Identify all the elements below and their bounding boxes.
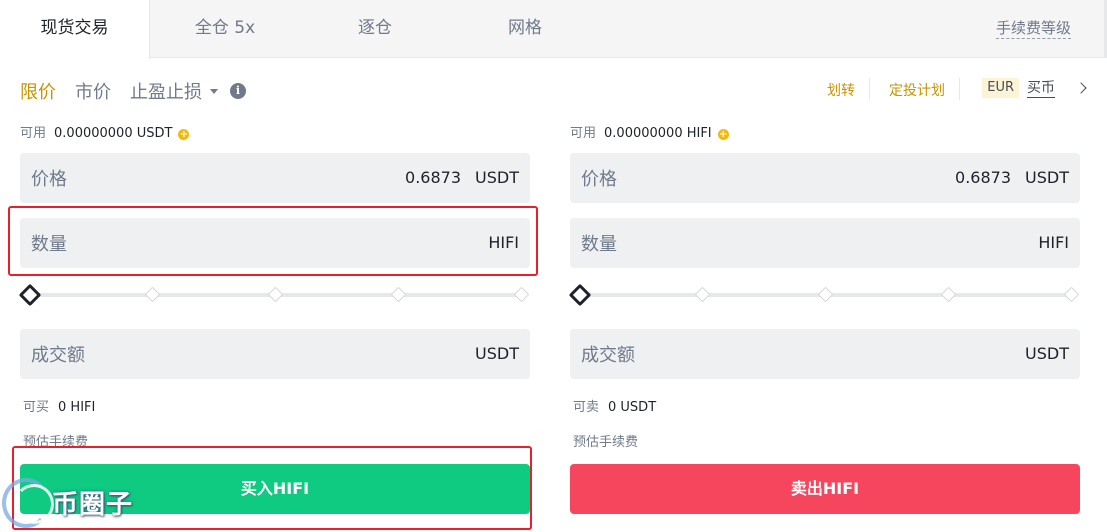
add-funds-icon[interactable]: + xyxy=(178,129,190,140)
watermark-text: 币圈子 xyxy=(52,490,134,520)
available-label: 可用 xyxy=(20,126,47,141)
price-label: 价格 xyxy=(581,169,617,190)
slider-tick-25[interactable] xyxy=(144,286,161,303)
watermark-logo: 币圈子 xyxy=(0,470,160,532)
transfer-link[interactable]: 划转 xyxy=(827,80,855,100)
sell-price-input[interactable]: 价格 0.6873 USDT xyxy=(570,153,1080,203)
divider xyxy=(959,78,960,100)
buy-price-input[interactable]: 价格 0.6873 USDT xyxy=(20,153,530,203)
slider-tick-50[interactable] xyxy=(817,286,834,303)
buy-amount-slider[interactable] xyxy=(18,283,530,307)
buy-quantity-input[interactable]: 数量 HIFI xyxy=(20,218,530,268)
sell-quantity-input[interactable]: 数量 HIFI xyxy=(570,218,1080,268)
fee-level-link[interactable]: 手续费等级 xyxy=(995,18,1071,39)
price-unit: USDT xyxy=(475,168,519,187)
slider-tick-75[interactable] xyxy=(390,286,407,303)
sell-button[interactable]: 卖出HIFI xyxy=(570,464,1080,514)
tab-cross-margin[interactable]: 全仓 5x xyxy=(180,0,270,58)
add-funds-icon[interactable]: + xyxy=(717,129,729,140)
tab-grid[interactable]: 网格 xyxy=(485,0,565,58)
order-type-limit[interactable]: 限价 xyxy=(20,78,56,104)
divider xyxy=(869,78,870,100)
max-buy-label: 可买 xyxy=(23,400,50,415)
total-label: 成交额 xyxy=(31,345,85,366)
quantity-label: 数量 xyxy=(581,234,617,255)
buy-total-input[interactable]: 成交额 USDT xyxy=(20,329,530,379)
top-links: 划转 定投计划 EUR 买币 xyxy=(787,78,1087,102)
available-value: 0.00000000 USDT xyxy=(54,126,173,141)
max-buy-value: 0 HIFI xyxy=(58,400,96,415)
max-buy-info: 可买 0 HIFI xyxy=(23,396,95,415)
chevron-down-icon[interactable] xyxy=(210,89,218,94)
quantity-label: 数量 xyxy=(31,234,67,255)
sell-panel: 可用 0.00000000 HIFI + 价格 0.6873 USDT 数量 HIF… xyxy=(568,120,1080,532)
info-icon[interactable]: i xyxy=(230,83,246,99)
buy-crypto-link[interactable]: 买币 xyxy=(1027,79,1055,98)
quantity-unit: HIFI xyxy=(1038,233,1069,252)
slider-tick-100[interactable] xyxy=(513,286,530,303)
available-value: 0.00000000 HIFI xyxy=(604,126,712,141)
total-unit: USDT xyxy=(1025,344,1069,363)
estimated-fee-label: 预估手续费 xyxy=(573,435,639,450)
tab-spot[interactable]: 现货交易 xyxy=(0,0,150,59)
slider-tick-100[interactable] xyxy=(1063,286,1080,303)
quantity-unit: HIFI xyxy=(488,233,519,252)
watermark-ring-inner xyxy=(14,484,54,524)
sell-amount-slider[interactable] xyxy=(568,283,1080,307)
slider-handle[interactable] xyxy=(568,283,592,307)
estimated-fee-label: 预估手续费 xyxy=(23,435,89,450)
price-value: 0.6873 xyxy=(955,168,1011,187)
chevron-right-icon[interactable] xyxy=(1075,82,1087,94)
slider-tick-25[interactable] xyxy=(694,286,711,303)
dca-plan-link[interactable]: 定投计划 xyxy=(889,80,945,100)
available-label: 可用 xyxy=(570,126,597,141)
price-value: 0.6873 xyxy=(405,168,461,187)
slider-tick-50[interactable] xyxy=(267,286,284,303)
buy-available-balance: 可用 0.00000000 USDT + xyxy=(20,125,190,143)
trade-mode-tabbar: 现货交易 全仓 5x 逐仓 网格 手续费等级 xyxy=(0,0,1107,59)
max-sell-value: 0 USDT xyxy=(608,400,657,415)
price-label: 价格 xyxy=(31,169,67,190)
order-type-stop-limit[interactable]: 止盈止损 xyxy=(130,78,202,104)
total-label: 成交额 xyxy=(581,345,635,366)
price-unit: USDT xyxy=(1025,168,1069,187)
tab-isolated-margin[interactable]: 逐仓 xyxy=(335,0,415,58)
total-unit: USDT xyxy=(475,344,519,363)
sell-available-balance: 可用 0.00000000 HIFI + xyxy=(570,125,729,143)
slider-tick-75[interactable] xyxy=(940,286,957,303)
order-type-market[interactable]: 市价 xyxy=(75,78,111,104)
sell-total-input[interactable]: 成交额 USDT xyxy=(570,329,1080,379)
slider-handle[interactable] xyxy=(18,283,42,307)
max-sell-info: 可卖 0 USDT xyxy=(573,396,656,415)
currency-badge[interactable]: EUR xyxy=(982,78,1019,98)
max-sell-label: 可卖 xyxy=(573,400,600,415)
